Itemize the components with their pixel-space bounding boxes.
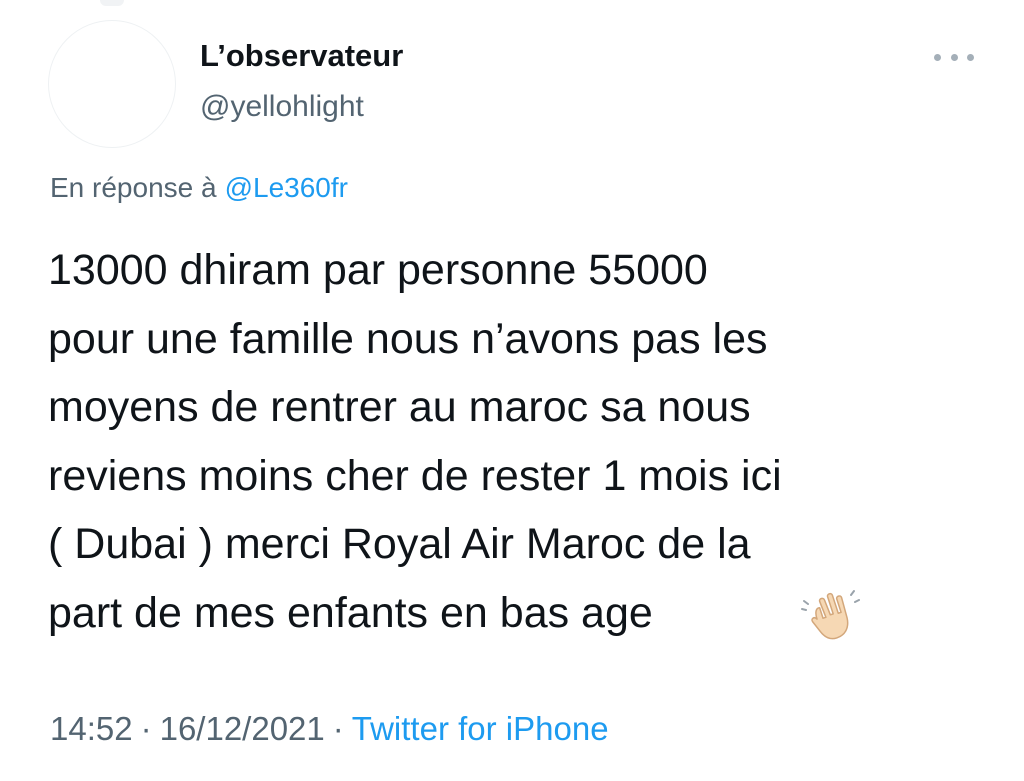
display-name[interactable]: L’observateur: [200, 38, 403, 74]
reply-mention-link[interactable]: @Le360fr: [225, 172, 348, 203]
more-dots-icon[interactable]: [934, 44, 974, 70]
tweet-date[interactable]: 16/12/2021: [160, 710, 325, 747]
waving-hand-icon: [801, 590, 860, 640]
tweet-time[interactable]: 14:52: [50, 710, 133, 747]
user-handle[interactable]: @yellohlight: [200, 90, 364, 124]
tweet-meta: 14:52 · 16/12/2021 · Twitter for iPhone: [50, 710, 609, 748]
reply-context: En réponse à @Le360fr: [50, 172, 348, 204]
avatar[interactable]: [48, 20, 176, 148]
meta-separator: ·: [332, 710, 344, 747]
top-edge-fragment: [100, 0, 124, 6]
more-dot: [950, 53, 958, 61]
meta-separator: ·: [140, 710, 152, 747]
tweet-source-link[interactable]: Twitter for iPhone: [352, 710, 609, 747]
reply-prefix: En réponse à: [50, 172, 217, 203]
more-dot: [967, 53, 974, 61]
more-dot: [934, 53, 941, 61]
